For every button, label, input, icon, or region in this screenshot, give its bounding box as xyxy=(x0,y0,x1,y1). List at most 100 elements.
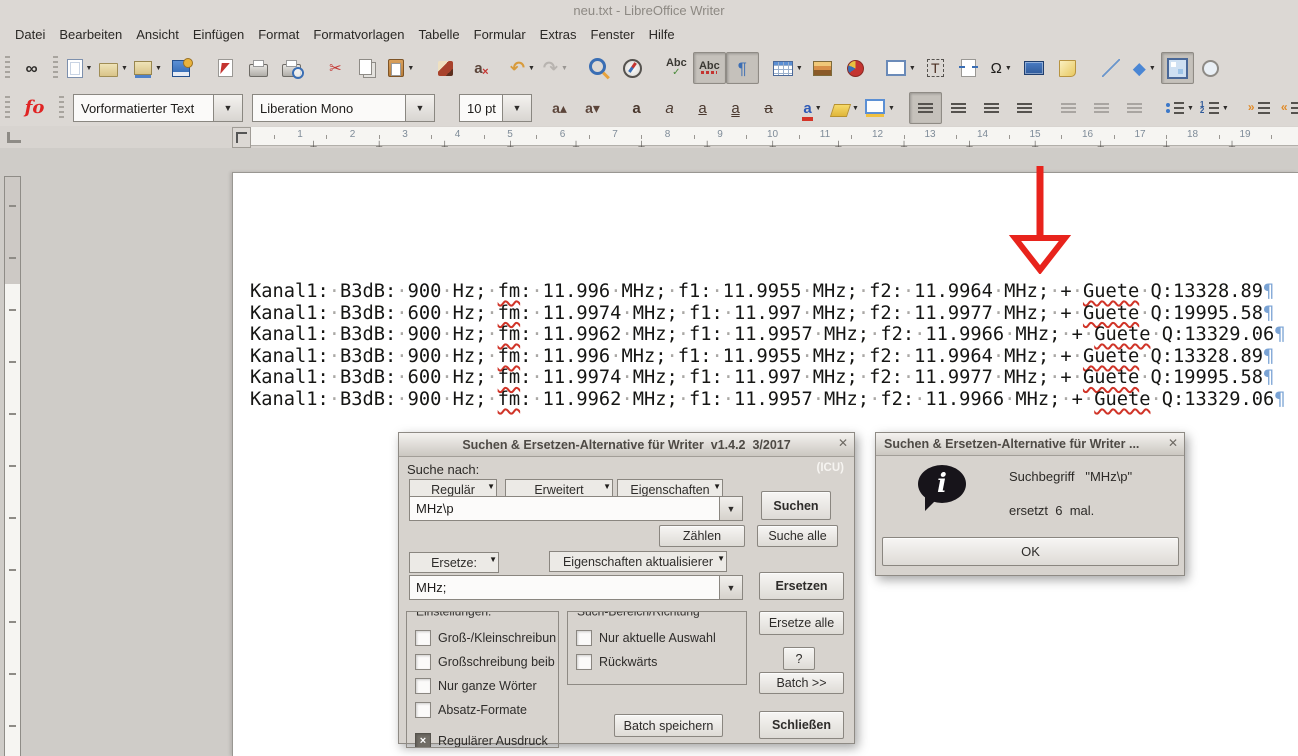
toolbar-grip[interactable] xyxy=(59,96,64,120)
toolbar-grip[interactable] xyxy=(53,56,58,80)
chevron-down-icon[interactable]: ▼ xyxy=(213,95,242,121)
insert-line-icon[interactable] xyxy=(1095,52,1128,84)
numbered-list-icon[interactable]: ▼ xyxy=(1197,92,1232,124)
save-icon[interactable]: ▼ xyxy=(131,52,165,84)
toolbar-grip[interactable] xyxy=(5,96,10,120)
insert-frame-icon[interactable]: ▼ xyxy=(883,52,919,84)
print-icon[interactable] xyxy=(242,52,275,84)
align-right-icon[interactable] xyxy=(975,92,1008,124)
toolbar-grip[interactable] xyxy=(5,56,10,80)
chevron-down-icon[interactable]: ▼ xyxy=(719,576,742,599)
chevron-down-icon[interactable]: ▼ xyxy=(1222,105,1229,112)
tab-stop-marker[interactable]: ⊥ xyxy=(1031,140,1039,148)
setting-checkbox[interactable] xyxy=(415,630,431,646)
horizontal-ruler[interactable]: 12345678910111213141516171819⊥⊥⊥⊥⊥⊥⊥⊥⊥⊥⊥… xyxy=(0,126,1298,148)
menu-formatvorlagen[interactable]: Formatvorlagen xyxy=(306,25,411,44)
batch-save-button[interactable]: Batch speichern xyxy=(614,714,723,737)
chevron-down-icon[interactable]: ▼ xyxy=(86,65,93,72)
replace-all-button[interactable]: Ersetze alle xyxy=(759,611,844,635)
tab-stop-marker[interactable]: ⊥ xyxy=(1097,140,1105,148)
msgbox-titlebar[interactable]: Suchen & Ersetzen-Alternative für Writer… xyxy=(876,433,1184,456)
copy-icon[interactable] xyxy=(352,52,385,84)
vertical-ruler[interactable] xyxy=(4,176,21,756)
open-icon[interactable]: ▼ xyxy=(96,52,131,84)
menu-einfügen[interactable]: Einfügen xyxy=(186,25,251,44)
font-name-combo[interactable]: Liberation Mono ▼ xyxy=(252,94,435,122)
bold-icon[interactable]: a xyxy=(620,92,653,124)
close-icon[interactable]: ✕ xyxy=(838,437,848,449)
chevron-down-icon[interactable]: ▼ xyxy=(561,65,568,72)
setting-checkbox[interactable] xyxy=(415,702,431,718)
chevron-down-icon[interactable]: ▼ xyxy=(796,65,803,72)
basic-shapes-icon[interactable]: ◆▼ xyxy=(1128,52,1161,84)
titlebar[interactable]: neu.txt - LibreOffice Writer xyxy=(0,0,1298,22)
count-button[interactable]: Zählen xyxy=(659,525,745,547)
menu-formular[interactable]: Formular xyxy=(467,25,533,44)
undo-icon[interactable]: ↶▼ xyxy=(506,52,539,84)
replace-input[interactable]: MHz; ▼ xyxy=(409,575,743,600)
find-replace-icon[interactable] xyxy=(583,52,616,84)
chevron-down-icon[interactable]: ▼ xyxy=(1005,65,1012,72)
find-toolbar-icon[interactable]: ∞ xyxy=(15,52,48,84)
menu-tabelle[interactable]: Tabelle xyxy=(411,25,466,44)
chevron-down-icon[interactable]: ▼ xyxy=(815,105,822,112)
replace-dropdown[interactable]: Ersetze:▼ xyxy=(409,552,499,573)
replace-button[interactable]: Ersetzen xyxy=(759,572,844,600)
font-color-icon[interactable]: a▼ xyxy=(796,92,829,124)
tab-stop-marker[interactable]: ⊥ xyxy=(834,140,842,148)
tab-stop-marker[interactable]: ⊥ xyxy=(900,140,908,148)
help-button[interactable]: ? xyxy=(783,647,815,670)
show-draw-functions-icon[interactable] xyxy=(1161,52,1194,84)
tab-selector-icon[interactable] xyxy=(232,127,251,148)
insert-field-icon[interactable] xyxy=(1018,52,1051,84)
setting-checkbox[interactable] xyxy=(415,678,431,694)
menu-fenster[interactable]: Fenster xyxy=(584,25,642,44)
tab-stop-marker[interactable]: ⊥ xyxy=(375,140,383,148)
tab-stop-marker[interactable]: ⊥ xyxy=(506,140,514,148)
new-document-icon[interactable]: ▼ xyxy=(63,52,96,84)
align-center-icon[interactable] xyxy=(942,92,975,124)
chevron-down-icon[interactable]: ▼ xyxy=(852,105,859,112)
paste-icon[interactable]: ▼ xyxy=(385,52,418,84)
shrink-font-icon[interactable]: a▾ xyxy=(576,92,609,124)
clone-formatting-icon[interactable] xyxy=(429,52,462,84)
tab-stop-marker[interactable]: ⊥ xyxy=(572,140,580,148)
justify-icon[interactable] xyxy=(1008,92,1041,124)
chevron-down-icon[interactable]: ▼ xyxy=(405,95,434,121)
font-size-combo[interactable]: 10 pt ▼ xyxy=(459,94,532,122)
search-input[interactable]: MHz\p ▼ xyxy=(409,496,743,521)
menu-bearbeiten[interactable]: Bearbeiten xyxy=(52,25,129,44)
page-break-icon[interactable] xyxy=(952,52,985,84)
indent-increase-icon[interactable] xyxy=(1243,92,1276,124)
chevron-down-icon[interactable]: ▼ xyxy=(888,105,895,112)
tab-stop-marker[interactable]: ⊥ xyxy=(441,140,449,148)
close-icon[interactable]: ✕ xyxy=(1168,437,1178,449)
tab-stop-marker[interactable]: ⊥ xyxy=(703,140,711,148)
search-all-button[interactable]: Suche alle xyxy=(757,525,838,547)
altsearch-icon[interactable]: fo xyxy=(18,92,51,124)
menu-format[interactable]: Format xyxy=(251,25,306,44)
auto-spellcheck-icon[interactable]: Abc xyxy=(693,52,726,84)
strikethrough-icon[interactable]: a xyxy=(752,92,785,124)
document-text[interactable]: Kanal1:·B3dB:·900·Hz;·fm:·11.996·MHz;·f1… xyxy=(250,281,1286,411)
chevron-down-icon[interactable]: ▼ xyxy=(155,65,162,72)
paragraph-style-combo[interactable]: Vorformatierter Text ▼ xyxy=(73,94,243,122)
insert-comment-icon[interactable] xyxy=(1051,52,1084,84)
tab-stop-marker[interactable]: ⊥ xyxy=(310,140,318,148)
tab-stop-marker[interactable]: ⊥ xyxy=(1228,140,1236,148)
background-color-icon[interactable]: ▼ xyxy=(862,92,898,124)
double-underline-icon[interactable]: a xyxy=(719,92,752,124)
menu-extras[interactable]: Extras xyxy=(533,25,584,44)
chevron-down-icon[interactable]: ▼ xyxy=(719,497,742,520)
batch-button[interactable]: Batch >> xyxy=(759,672,844,694)
cut-icon[interactable]: ✂ xyxy=(319,52,352,84)
tab-stop-marker[interactable]: ⊥ xyxy=(769,140,777,148)
insert-image-icon[interactable] xyxy=(806,52,839,84)
update-properties-dropdown[interactable]: Eigenschaften aktualisierer▼ xyxy=(549,551,727,572)
close-button[interactable]: Schließen xyxy=(759,711,844,739)
insert-chart-icon[interactable] xyxy=(839,52,872,84)
search-button[interactable]: Suchen xyxy=(761,491,831,520)
highlight-color-icon[interactable]: ▼ xyxy=(829,92,862,124)
navigator-icon[interactable] xyxy=(616,52,649,84)
menu-datei[interactable]: Datei xyxy=(8,25,52,44)
